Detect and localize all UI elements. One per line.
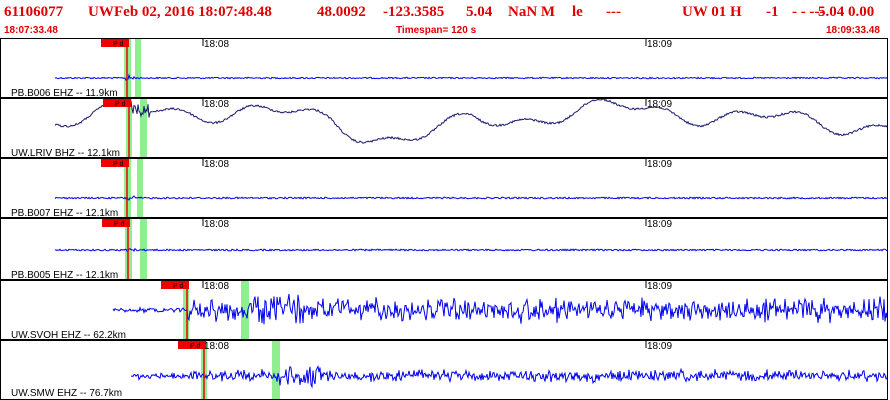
channel-panel[interactable]: P d 18:08 18:09 PB.B005 EHZ -- 12.1km bbox=[0, 218, 888, 280]
waveform-trace bbox=[112, 293, 887, 325]
waveform-trace bbox=[54, 99, 887, 144]
end-time: 18:09:33.48 bbox=[826, 25, 880, 36]
analysis-window bbox=[135, 39, 141, 97]
time-label: 18:08 bbox=[204, 219, 230, 230]
channel-label: PB.B005 EHZ -- 12.1km bbox=[11, 270, 119, 280]
waveform-canvas: P d bbox=[54, 219, 887, 279]
time-label: 18:09 bbox=[647, 159, 673, 170]
p-pick-flag-label: P d bbox=[113, 41, 123, 48]
time-label: 18:08 bbox=[204, 341, 230, 352]
waveform-trace bbox=[54, 195, 887, 201]
waveform-canvas: P d bbox=[112, 281, 887, 339]
time-label: 18:08 bbox=[204, 159, 230, 170]
time-label: 18:08 bbox=[204, 99, 230, 110]
start-time: 18:07:33.48 bbox=[4, 25, 58, 36]
event-datetime: Feb 02, 2016 18:07:48.48 bbox=[114, 4, 272, 20]
time-label: 18:09 bbox=[647, 281, 673, 292]
channel-label: UW.SVOH EHZ -- 62.2km bbox=[11, 330, 127, 340]
time-label: 18:08 bbox=[204, 39, 230, 50]
time-label: 18:09 bbox=[647, 341, 673, 352]
p-pick-flag-label: P d bbox=[115, 101, 125, 108]
waveform-canvas: P d bbox=[54, 39, 887, 97]
event-lat: 48.0092 bbox=[317, 4, 366, 20]
waveform-trace bbox=[54, 73, 887, 82]
event-id: 61106077 bbox=[4, 4, 64, 20]
waveform-canvas: P d bbox=[54, 99, 887, 157]
waveform-trace bbox=[54, 247, 887, 252]
time-label: 18:09 bbox=[647, 39, 673, 50]
channel-label: PB.B007 EHZ -- 12.1km bbox=[11, 208, 119, 218]
time-range-bar: 18:07:33.48 Timespan= 120 s 18:09:33.48 bbox=[0, 24, 890, 38]
event-lon: -123.3585 bbox=[383, 4, 445, 20]
event-quality: -1 bbox=[766, 4, 779, 20]
analysis-window bbox=[137, 159, 143, 217]
channel-label: UW.SMW EHZ -- 76.7km bbox=[11, 388, 123, 399]
event-depth: 5.04 bbox=[466, 4, 493, 20]
channel-panel[interactable]: P d 18:08 18:09 UW.LRIV BHZ -- 12.1km bbox=[0, 98, 888, 158]
event-dashes: --- bbox=[606, 4, 621, 20]
p-pick-flag-label: P d bbox=[114, 221, 124, 228]
event-magnitude: NaN M bbox=[508, 4, 556, 20]
event-network: UW bbox=[88, 4, 114, 20]
event-extra: 5.04 0.00 bbox=[818, 4, 875, 20]
event-source: UW 01 H bbox=[682, 4, 742, 20]
waveform-canvas: P d bbox=[54, 159, 887, 217]
time-label: 18:09 bbox=[647, 219, 673, 230]
waveform-canvas: P d bbox=[130, 341, 887, 399]
channel-label: UW.LRIV BHZ -- 12.1km bbox=[11, 148, 120, 158]
channel-panel[interactable]: P d 18:08 18:09 UW.SVOH EHZ -- 62.2km bbox=[0, 280, 888, 340]
channel-panel[interactable]: P d 18:08 18:09 PB.B007 EHZ -- 12.1km bbox=[0, 158, 888, 218]
event-header: 61106077 UW Feb 02, 2016 18:07:48.48 48.… bbox=[0, 0, 890, 24]
time-label: 18:09 bbox=[647, 99, 673, 110]
timespan: Timespan= 120 s bbox=[396, 25, 477, 36]
p-pick-flag-label: P d bbox=[190, 343, 200, 350]
channel-panel[interactable]: P d 18:08 18:09 UW.SMW EHZ -- 76.7km bbox=[0, 340, 888, 400]
channel-label: PB.B006 EHZ -- 11.9km bbox=[11, 88, 118, 98]
p-pick-flag-label: P d bbox=[113, 161, 123, 168]
waveform-trace bbox=[130, 364, 887, 389]
time-label: 18:08 bbox=[204, 281, 230, 292]
event-mag-type: le bbox=[572, 4, 583, 20]
analysis-window bbox=[272, 341, 280, 399]
channel-panel[interactable]: P d 18:08 18:09 PB.B006 EHZ -- 11.9km bbox=[0, 38, 888, 98]
p-pick-flag-label: P d bbox=[173, 283, 183, 290]
